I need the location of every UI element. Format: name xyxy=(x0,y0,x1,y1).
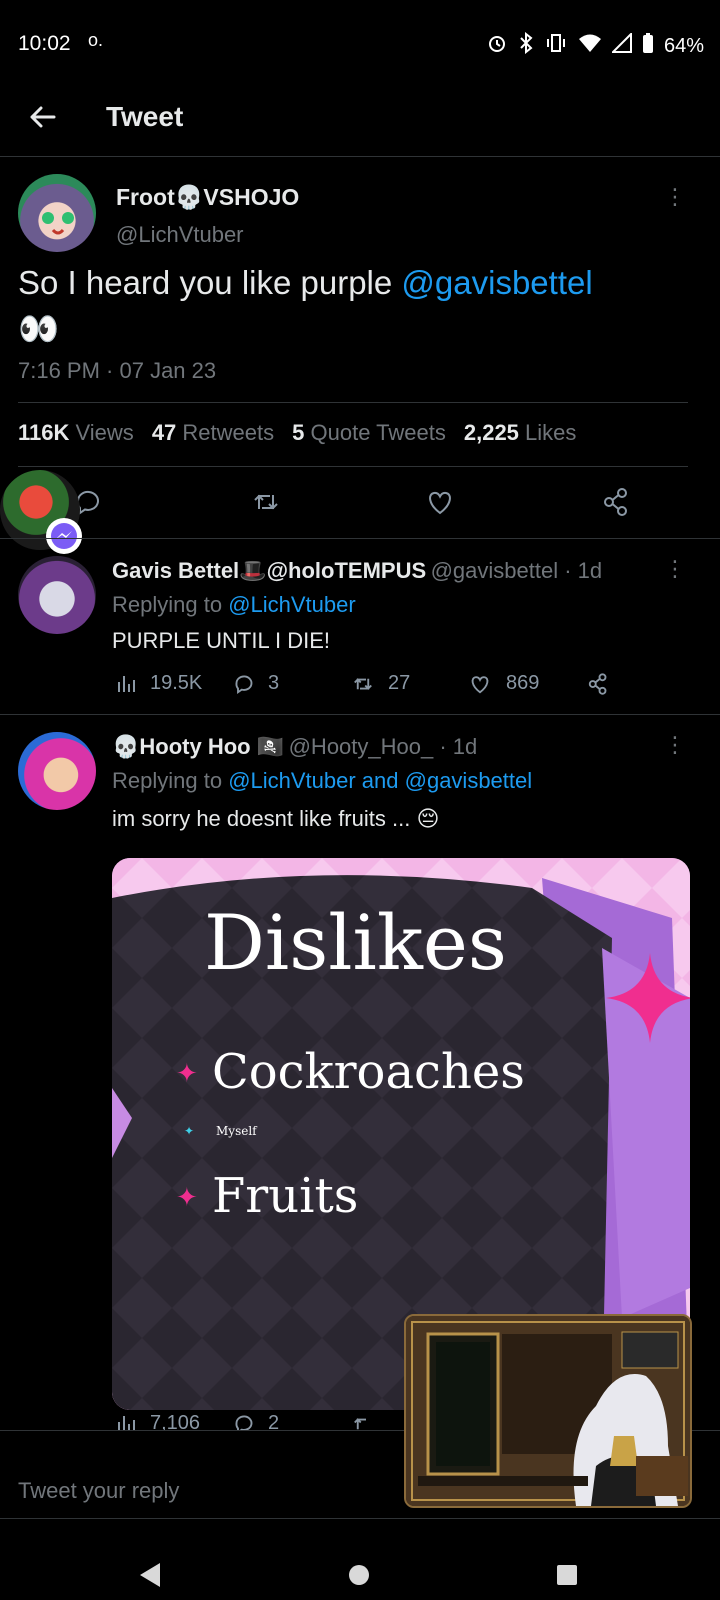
vibrate-icon xyxy=(544,32,568,60)
reply-text: im sorry he doesnt like fruits ... 😔 xyxy=(112,806,440,831)
share-icon[interactable] xyxy=(586,672,610,702)
likes-stat[interactable]: 2,225 Likes xyxy=(464,420,577,446)
messenger-icon[interactable] xyxy=(46,518,82,554)
views-icon[interactable] xyxy=(116,672,138,700)
back-button[interactable] xyxy=(26,100,60,134)
sparkle-icon: ✦ xyxy=(176,1182,198,1212)
retweets-stat[interactable]: 47 Retweets xyxy=(152,420,274,446)
more-options-icon[interactable]: ⋮ xyxy=(664,184,686,210)
reply1-actions: 19.5K 3 27 869 xyxy=(116,672,636,702)
reply2-header: 💀Hooty Hoo 🏴‍☠️ @Hooty_Hoo_ · 1d xyxy=(112,734,477,760)
skull-emoji: 💀 xyxy=(112,734,140,759)
battery-percent: 64% xyxy=(663,34,704,57)
tophat-emoji: 🎩 xyxy=(239,558,267,583)
reply-text: PURPLE UNTIL I DIE! xyxy=(112,628,331,653)
skull-emoji: 💀 xyxy=(174,184,204,210)
like-icon[interactable] xyxy=(424,486,456,518)
reply-icon[interactable] xyxy=(232,1412,256,1430)
nav-recents-icon[interactable] xyxy=(556,1564,578,1586)
mention-link[interactable]: @LichVtuber xyxy=(228,592,356,617)
image-title: Dislikes xyxy=(204,898,507,987)
divider xyxy=(0,538,720,539)
tweet-action-bar xyxy=(0,480,720,524)
wifi-icon xyxy=(578,33,602,59)
image-item: Cockroaches xyxy=(212,1044,525,1100)
sparkle-icon: ✦ xyxy=(176,1058,198,1088)
tweet-timestamp: 7:16 PM · 07 Jan 23 xyxy=(18,358,217,383)
retweet-icon[interactable] xyxy=(250,486,282,518)
retweet-icon[interactable] xyxy=(350,672,376,702)
reply-count: 3 xyxy=(268,672,280,694)
stats-divider-bottom xyxy=(18,466,688,467)
bluetooth-icon xyxy=(518,31,534,60)
author-handle-time: @gavisbettel · 1d xyxy=(430,558,603,583)
more-options-icon[interactable]: ⋮ xyxy=(664,732,686,758)
header-divider xyxy=(0,156,720,157)
author-name[interactable]: 💀Hooty Hoo 🏴‍☠️ xyxy=(112,734,284,759)
image-item: Myself xyxy=(216,1124,257,1138)
image-item: Fruits xyxy=(212,1168,359,1224)
nav-home-icon[interactable] xyxy=(348,1564,370,1586)
like-count: 869 xyxy=(506,672,540,694)
avatar-hooty[interactable] xyxy=(18,732,96,810)
status-icons: 64% xyxy=(486,31,704,60)
share-icon[interactable] xyxy=(600,486,632,518)
tweet-stats: 116K Views 47 Retweets 5 Quote Tweets 2,… xyxy=(18,420,576,446)
signal-icon xyxy=(610,31,632,59)
like-icon[interactable] xyxy=(468,672,492,702)
retweet-count: 27 xyxy=(388,672,411,694)
pensive-emoji: 😔 xyxy=(416,806,440,831)
views-stat[interactable]: 116K Views xyxy=(18,420,134,446)
avatar-gavis[interactable] xyxy=(18,556,96,634)
eyes-emoji: 👀 xyxy=(18,310,60,347)
notification-icon: o. xyxy=(88,30,104,50)
reply-count: 2 xyxy=(268,1412,280,1430)
reply-bar-divider xyxy=(0,1518,720,1519)
reply-icon[interactable] xyxy=(232,672,256,702)
avatar-froot[interactable] xyxy=(18,174,96,252)
reply-input[interactable]: Tweet your reply xyxy=(18,1478,179,1504)
views-count: 19.5K xyxy=(150,672,203,694)
author-name[interactable]: Gavis Bettel🎩@holoTEMPUS xyxy=(112,558,426,583)
quotes-stat[interactable]: 5 Quote Tweets xyxy=(292,420,446,446)
views-icon[interactable] xyxy=(116,1412,138,1430)
stats-divider-top xyxy=(18,402,688,403)
status-time: 10:02 xyxy=(18,32,71,55)
more-options-icon[interactable]: ⋮ xyxy=(664,556,686,582)
retweet-icon[interactable] xyxy=(350,1412,376,1430)
replying-to: Replying to @LichVtuber xyxy=(112,592,356,617)
pirate-flag-emoji: 🏴‍☠️ xyxy=(256,734,285,759)
divider xyxy=(0,714,720,715)
battery-icon xyxy=(642,32,654,60)
author-name[interactable]: Froot💀VSHOJO xyxy=(116,184,299,211)
tweet-text: So I heard you like purple @gavisbettel … xyxy=(18,264,593,347)
reply1-header: Gavis Bettel🎩@holoTEMPUS @gavisbettel · … xyxy=(112,558,602,584)
nav-back-icon[interactable] xyxy=(138,1562,162,1588)
reply2-actions: 7,106 2 xyxy=(116,1412,416,1430)
status-bar: 10:02 o. 64% xyxy=(0,0,720,90)
video-frame xyxy=(406,1316,690,1506)
mention-link[interactable]: @LichVtuber and @gavisbettel xyxy=(228,768,532,793)
alarm-icon xyxy=(486,32,508,60)
page-title: Tweet xyxy=(106,101,184,132)
mention-link[interactable]: @gavisbettel xyxy=(401,264,592,301)
system-nav-bar xyxy=(0,1520,720,1600)
replying-to: Replying to @LichVtuber and @gavisbettel xyxy=(112,768,533,793)
pip-video-overlay[interactable] xyxy=(404,1314,692,1508)
views-count: 7,106 xyxy=(150,1412,201,1430)
author-handle[interactable]: @LichVtuber xyxy=(116,222,244,248)
sparkle-icon: ✦ xyxy=(184,1124,195,1138)
back-arrow-icon xyxy=(30,106,56,128)
author-handle-time: @Hooty_Hoo_ · 1d xyxy=(288,734,478,759)
